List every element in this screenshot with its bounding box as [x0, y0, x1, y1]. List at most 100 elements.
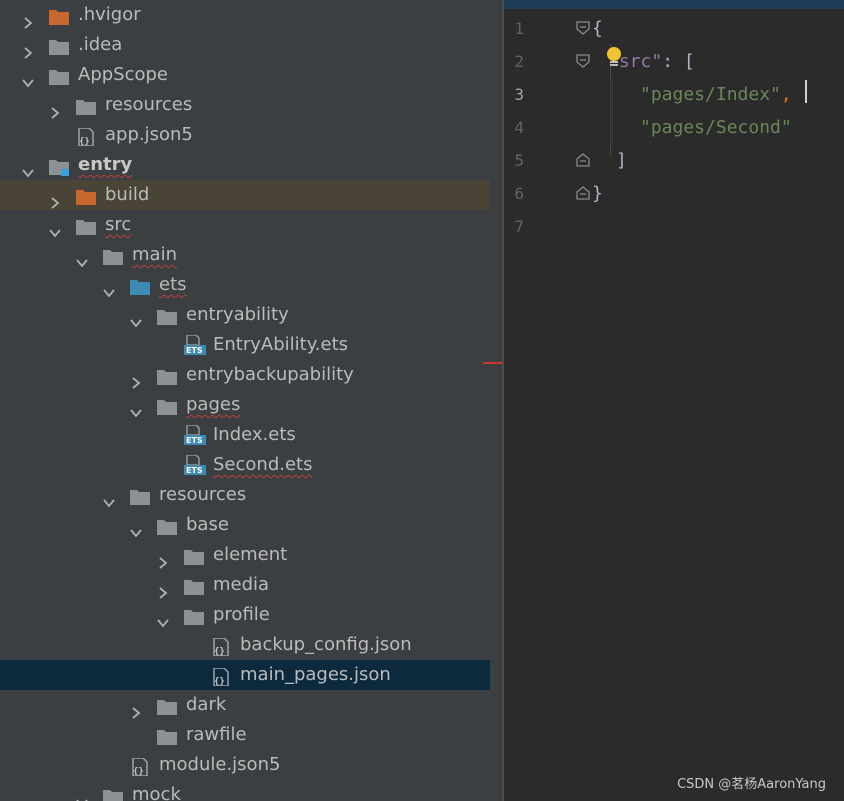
tree-item[interactable]: ETS Index.ets [0, 420, 490, 450]
fold-open-icon[interactable] [576, 20, 590, 35]
code-line[interactable]: ] [616, 144, 627, 177]
tree-item-label: module.json5 [159, 754, 281, 775]
tree-item[interactable]: {} backup_config.json [0, 630, 490, 660]
tree-item[interactable]: ETS EntryAbility.ets [0, 330, 490, 360]
tree-item-label: src [105, 214, 132, 235]
folder-gray-icon [184, 576, 204, 595]
chevron-down-icon[interactable] [76, 789, 88, 801]
json-file-icon: {} [130, 756, 150, 777]
folder-gray-icon [103, 786, 123, 801]
tree-item[interactable]: ETS Second.ets [0, 450, 490, 480]
watermark: CSDN @茗杨AaronYang [677, 777, 826, 792]
tree-item-label: rawfile [186, 724, 247, 745]
tree-item-label: EntryAbility.ets [213, 334, 349, 355]
chevron-down-icon[interactable] [130, 309, 142, 328]
tree-item[interactable]: {} app.json5 [0, 120, 490, 150]
folder-gray-icon [49, 66, 69, 85]
tree-item-label: app.json5 [105, 124, 193, 145]
line-number: 3 [514, 85, 524, 104]
tree-item-label: entrybackupability [186, 364, 354, 385]
chevron-down-icon[interactable] [49, 219, 61, 238]
intention-bulb-icon[interactable] [604, 46, 624, 68]
code-line[interactable]: } [592, 177, 603, 210]
tree-item[interactable]: entryability [0, 300, 490, 330]
tree-item-label: main_pages.json [240, 664, 391, 685]
code-line[interactable]: { [592, 12, 603, 45]
tree-item-label: mock [132, 784, 181, 801]
code-punctuation: : [ [662, 51, 695, 72]
tree-item-label: profile [213, 604, 270, 625]
code-line[interactable]: "pages/Second" [640, 111, 792, 144]
tree-item-label: Second.ets [213, 454, 313, 475]
chevron-right-icon[interactable] [130, 699, 142, 719]
chevron-down-icon[interactable] [103, 489, 115, 508]
error-marker[interactable] [483, 362, 503, 364]
chevron-down-icon[interactable] [22, 159, 34, 178]
chevron-down-icon[interactable] [130, 519, 142, 538]
tree-item[interactable]: profile [0, 600, 490, 630]
tree-item[interactable]: main [0, 240, 490, 270]
folder-gray-icon [157, 366, 177, 385]
tree-item[interactable]: base [0, 510, 490, 540]
chevron-down-icon[interactable] [76, 249, 88, 268]
folder-gray-icon [157, 306, 177, 325]
tree-item[interactable]: resources [0, 90, 490, 120]
tree-item[interactable]: resources [0, 480, 490, 510]
folder-gray-icon [76, 96, 96, 115]
tree-scroll-strip [490, 0, 502, 801]
code-line[interactable]: "pages/Index", [640, 78, 792, 111]
tree-item[interactable]: {} main_pages.json [0, 660, 490, 690]
tree-item-label: media [213, 574, 270, 595]
chevron-right-icon[interactable] [22, 39, 34, 59]
line-number: 7 [514, 217, 524, 236]
tree-item-label: base [186, 514, 229, 535]
fold-close-icon[interactable] [576, 152, 590, 167]
chevron-right-icon[interactable] [49, 189, 61, 209]
svg-text:ETS: ETS [186, 346, 203, 355]
tree-item[interactable]: .hvigor [0, 0, 490, 30]
tree-item[interactable]: mock [0, 780, 490, 801]
chevron-down-icon[interactable] [22, 69, 34, 88]
chevron-right-icon[interactable] [22, 9, 34, 29]
line-number: 1 [514, 19, 524, 38]
chevron-down-icon[interactable] [130, 399, 142, 418]
tree-item-label: pages [186, 394, 241, 415]
chevron-down-icon[interactable] [157, 609, 169, 628]
tree-item[interactable]: rawfile [0, 720, 490, 750]
code-editor[interactable]: 1234567 {"src": ["pages/Index", "pages/Se… [504, 0, 844, 801]
folder-gray-icon [184, 546, 204, 565]
tree-item[interactable]: element [0, 540, 490, 570]
tree-item[interactable]: dark [0, 690, 490, 720]
tree-item[interactable]: build [0, 180, 490, 210]
tree-item[interactable]: pages [0, 390, 490, 420]
tree-item-label: .idea [78, 34, 123, 55]
fold-open-icon[interactable] [576, 53, 590, 68]
tree-item-label: AppScope [78, 64, 168, 85]
chevron-down-icon[interactable] [103, 279, 115, 298]
tree-item[interactable]: {} module.json5 [0, 750, 490, 780]
tree-item-label: build [105, 184, 150, 205]
fold-close-icon[interactable] [576, 185, 590, 200]
chevron-right-icon[interactable] [157, 549, 169, 569]
json-string: "pages/Second" [640, 117, 792, 138]
folder-gray-icon [157, 396, 177, 415]
chevron-right-icon[interactable] [49, 99, 61, 119]
line-number: 6 [514, 184, 524, 203]
code-punctuation: ] [616, 150, 627, 171]
tree-item[interactable]: ets [0, 270, 490, 300]
tree-item[interactable]: entrybackupability [0, 360, 490, 390]
tree-item[interactable]: entry [0, 150, 490, 180]
tree-item-label: .hvigor [78, 4, 141, 25]
tree-item[interactable]: AppScope [0, 60, 490, 90]
tree-item[interactable]: src [0, 210, 490, 240]
folder-gray-icon [76, 216, 96, 235]
chevron-right-icon[interactable] [157, 579, 169, 599]
tree-item[interactable]: media [0, 570, 490, 600]
svg-text:{}: {} [133, 767, 144, 776]
svg-text:ETS: ETS [186, 436, 203, 445]
json-file-icon: {} [76, 126, 96, 147]
svg-text:{}: {} [79, 137, 90, 146]
tree-item[interactable]: .idea [0, 30, 490, 60]
chevron-right-icon[interactable] [130, 369, 142, 389]
project-tree: .hvigor .idea AppScope resources {} app.json5… [0, 0, 490, 801]
